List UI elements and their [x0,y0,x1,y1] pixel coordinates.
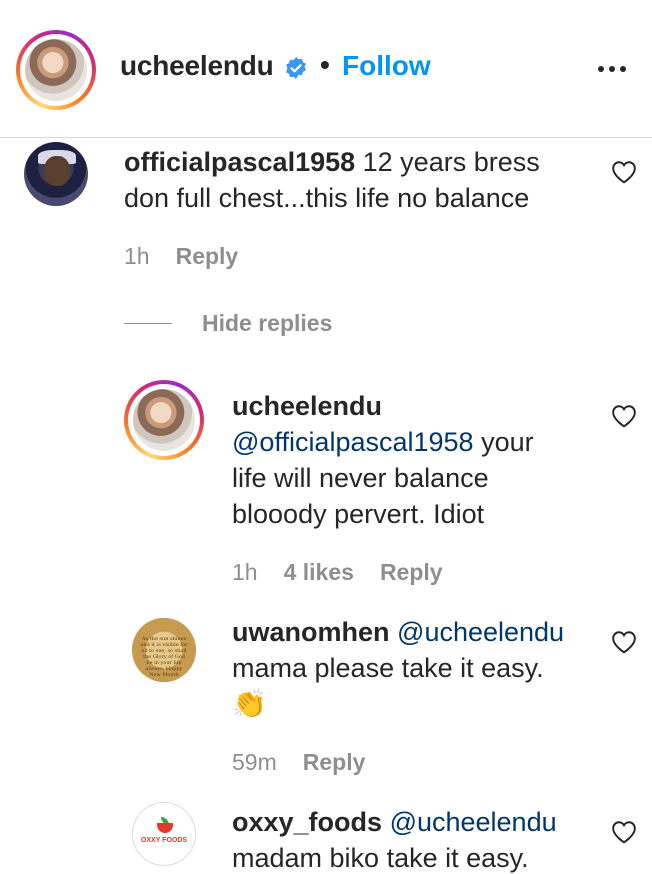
reply-body-line3: blooody pervert. Idiot [232,499,485,529]
reply-text: ucheelendu @officialpascal1958 your life… [232,388,592,532]
reply-username[interactable]: oxxy_foods [232,807,382,837]
hide-replies-line [124,323,172,324]
reply-time: 1h [232,559,258,585]
reply-time: 59m [232,749,277,775]
profile-picture [25,39,87,101]
reply-avatar[interactable]: OXXY FOODS [132,802,196,866]
reply-username[interactable]: ucheelendu [232,391,382,421]
like-heart-icon[interactable] [611,820,637,844]
like-heart-icon[interactable] [611,630,637,654]
reply-mention[interactable]: @ucheelendu [390,807,557,837]
reply-meta: 1h 4 likes Reply [232,559,443,586]
comment-time: 1h [124,243,150,269]
comment-meta: 1h Reply [124,243,238,270]
like-heart-icon[interactable] [611,404,637,428]
comment-username[interactable]: officialpascal1958 [124,147,355,177]
profile-picture [133,389,195,451]
logo-bowl-shape [157,823,173,833]
reply-button[interactable]: Reply [303,749,366,776]
header-avatar[interactable] [16,30,96,110]
post-header: ucheelendu • Follow [0,0,652,138]
reply-button[interactable]: Reply [176,243,239,270]
commenter-avatar[interactable] [24,142,88,206]
reply-meta: 59m Reply [232,749,365,776]
clapping-hands-emoji: 👏 [232,687,267,720]
comment-body-line1: 12 years bress [355,147,540,177]
reply-avatar[interactable]: As the sun shines and it is visible for … [132,618,196,682]
comment-text: officialpascal1958 12 years bress don fu… [124,144,584,216]
reply-body-line1: madam biko take it easy. [232,843,529,873]
reply-mention[interactable]: @ucheelendu [397,617,564,647]
avatar-caption: As the sun shines and it is visible for … [140,636,188,678]
more-options-icon[interactable] [594,54,630,84]
reply-button[interactable]: Reply [380,559,443,586]
reply-avatar[interactable] [124,380,204,460]
reply-text: uwanomhen @ucheelendu mama please take i… [232,614,602,722]
hide-replies-label: Hide replies [202,310,333,336]
reply-mention[interactable]: @officialpascal1958 [232,427,474,457]
avatar-logo-text: OXXY FOODS [140,837,188,844]
hide-replies-toggle[interactable]: Hide replies [124,310,332,337]
reply-text: oxxy_foods @ucheelendu madam biko take i… [232,804,602,874]
reply-body-line2: life will never balance [232,463,489,493]
reply-body-line1: your [473,427,534,457]
header-separator: • [320,49,330,80]
comment-body-line2: don full chest...this life no balance [124,183,530,213]
reply-likes-count[interactable]: 4 likes [284,559,354,586]
reply-body-line1: mama please take it easy. [232,653,544,683]
verified-badge-icon [286,57,306,79]
avatar-face-shape [44,156,70,186]
follow-button[interactable]: Follow [342,50,431,82]
header-username[interactable]: ucheelendu [120,50,274,82]
like-heart-icon[interactable] [611,160,637,184]
reply-username[interactable]: uwanomhen [232,617,390,647]
